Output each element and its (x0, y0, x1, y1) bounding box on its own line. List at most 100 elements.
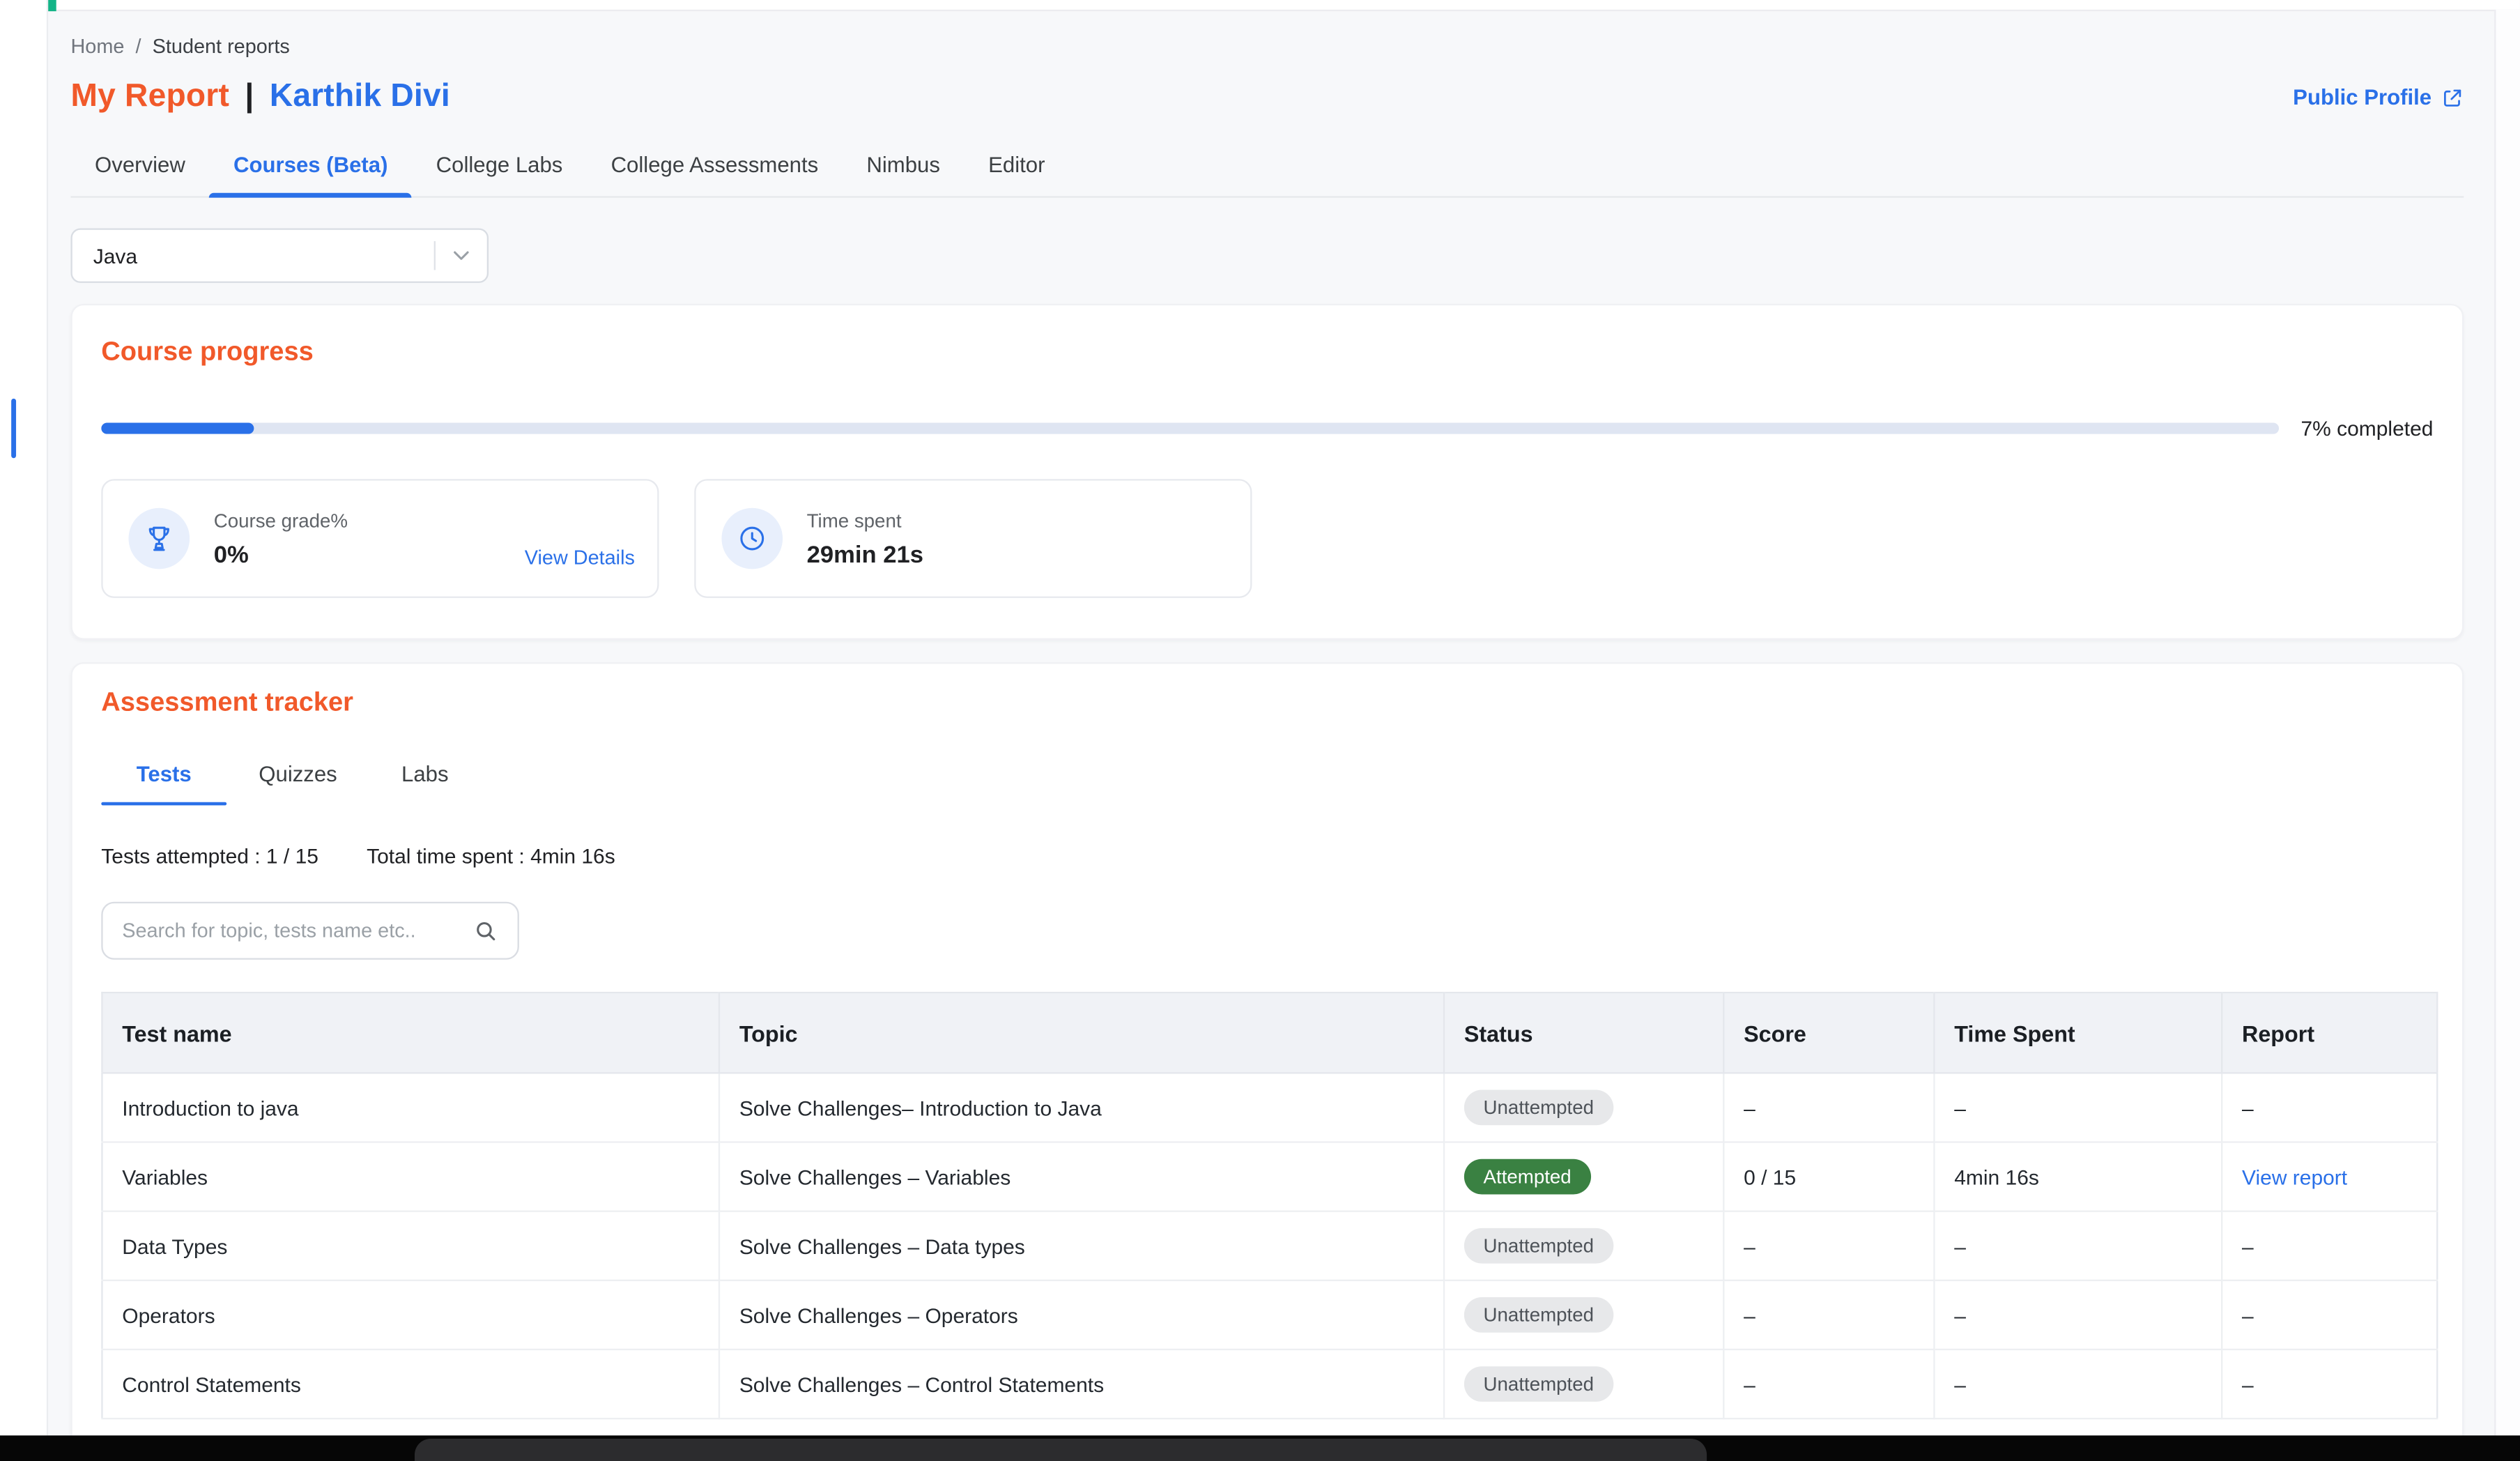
bottom-bar-window-shadow (415, 1439, 1707, 1461)
time-spent-cell: 4min 16s (1934, 1142, 2222, 1211)
stat-cards: Course grade% 0% View Details Time spent… (101, 479, 2433, 598)
score-cell: 0 / 15 (1723, 1142, 1934, 1211)
status-badge: Unattempted (1464, 1297, 1613, 1333)
col-test-name: Test name (102, 993, 719, 1073)
score-cell: – (1723, 1211, 1934, 1280)
score-cell: – (1723, 1280, 1934, 1349)
search-icon[interactable] (472, 918, 498, 944)
course-progress-row: 7% completed (101, 416, 2433, 441)
tab-quizzes[interactable]: Quizzes (226, 762, 369, 805)
score-cell: – (1723, 1349, 1934, 1418)
breadcrumb: Home / Student reports (70, 36, 2464, 58)
select-divider (434, 241, 436, 270)
tab-overview[interactable]: Overview (70, 138, 209, 196)
chevron-down-icon (448, 243, 474, 268)
assessment-tracker-heading: Assessment tracker (101, 688, 2433, 719)
course-grade-card: Course grade% 0% View Details (101, 479, 659, 598)
topic-cell: Solve Challenges – Operators (719, 1280, 1444, 1349)
tab-courses-beta[interactable]: Courses (Beta) (209, 138, 412, 196)
status-cell: Unattempted (1444, 1349, 1723, 1418)
course-select-value: Java (93, 243, 137, 268)
search-input[interactable] (122, 919, 459, 942)
status-cell: Unattempted (1444, 1073, 1723, 1142)
external-link-icon (2441, 86, 2464, 108)
main-tab-bar: Overview Courses (Beta) College Labs Col… (70, 138, 2464, 197)
col-time-spent: Time Spent (1934, 993, 2222, 1073)
logo-fragment (48, 0, 56, 11)
table-row: Introduction to java Solve Challenges– I… (102, 1073, 2437, 1142)
course-progress-card: Course progress 7% completed Course grad… (70, 304, 2464, 640)
public-profile-label: Public Profile (2293, 85, 2431, 109)
course-progress-label: 7% completed (2300, 416, 2433, 441)
col-topic: Topic (719, 993, 1444, 1073)
table-row: Operators Solve Challenges – Operators U… (102, 1280, 2437, 1349)
status-cell: Unattempted (1444, 1211, 1723, 1280)
col-score: Score (1723, 993, 1934, 1073)
page-title: My Report | Karthik Divi (70, 79, 450, 116)
course-progress-bar (101, 423, 2278, 434)
tab-labs[interactable]: Labs (369, 762, 481, 805)
status-badge: Unattempted (1464, 1227, 1613, 1264)
time-spent-cell: – (1934, 1211, 2222, 1280)
report-cell[interactable]: View report (2222, 1142, 2437, 1211)
time-spent-cell: – (1934, 1073, 2222, 1142)
time-spent-cell: – (1934, 1280, 2222, 1349)
scrollbar-track[interactable] (2494, 10, 2520, 1436)
view-report-link[interactable]: View report (2242, 1165, 2347, 1189)
time-spent-label: Time spent (807, 509, 923, 531)
course-grade-text: Course grade% 0% (214, 509, 348, 568)
test-name-cell: Control Statements (102, 1349, 719, 1418)
search-box (101, 902, 519, 960)
table-row: Data Types Solve Challenges – Data types… (102, 1211, 2437, 1280)
course-progress-heading: Course progress (101, 337, 2433, 368)
tracker-stats-line: Tests attempted : 1 / 15 Total time spen… (101, 844, 2433, 869)
breadcrumb-current: Student reports (153, 36, 290, 58)
bottom-bar (0, 1435, 2520, 1461)
score-cell: – (1723, 1073, 1934, 1142)
course-select[interactable]: Java (70, 228, 489, 282)
report-cell: – (2222, 1349, 2437, 1418)
breadcrumb-home[interactable]: Home (70, 36, 124, 58)
topic-cell: Solve Challenges – Variables (719, 1142, 1444, 1211)
tests-table: Test name Topic Status Score Time Spent … (101, 992, 2438, 1419)
page-title-separator: | (238, 79, 261, 114)
topic-cell: Solve Challenges – Control Statements (719, 1349, 1444, 1418)
tab-college-labs[interactable]: College Labs (412, 138, 587, 196)
course-grade-label: Course grade% (214, 509, 348, 531)
time-spent-value: 29min 21s (807, 541, 923, 568)
trophy-icon (128, 508, 190, 569)
topic-cell: Solve Challenges– Introduction to Java (719, 1073, 1444, 1142)
status-badge: Unattempted (1464, 1089, 1613, 1126)
topic-cell: Solve Challenges – Data types (719, 1211, 1444, 1280)
report-cell: – (2222, 1211, 2437, 1280)
tab-tests[interactable]: Tests (101, 762, 226, 805)
status-cell: Attempted (1444, 1142, 1723, 1211)
course-progress-fill (101, 423, 254, 434)
tab-college-assessments[interactable]: College Assessments (587, 138, 843, 196)
test-name-cell: Introduction to java (102, 1073, 719, 1142)
col-report: Report (2222, 993, 2437, 1073)
course-grade-value: 0% (214, 541, 348, 568)
col-status: Status (1444, 993, 1723, 1073)
report-cell: – (2222, 1280, 2437, 1349)
test-name-cell: Variables (102, 1142, 719, 1211)
tab-editor[interactable]: Editor (965, 138, 1070, 196)
public-profile-link[interactable]: Public Profile (2293, 85, 2464, 109)
time-spent-cell: – (1934, 1349, 2222, 1418)
time-spent-text: Time spent 29min 21s (807, 509, 923, 568)
total-time-stat: Total time spent : 4min 16s (367, 844, 615, 869)
page-root: Home / Student reports My Report | Karth… (0, 0, 2520, 1461)
status-badge: Attempted (1464, 1158, 1590, 1195)
status-cell: Unattempted (1444, 1280, 1723, 1349)
view-details-link[interactable]: View Details (525, 546, 635, 569)
status-badge: Unattempted (1464, 1366, 1613, 1402)
table-row: Variables Solve Challenges – Variables A… (102, 1142, 2437, 1211)
page-title-student-name: Karthik Divi (270, 79, 450, 114)
page-title-my-report: My Report (70, 79, 229, 114)
tracker-tab-bar: Tests Quizzes Labs (101, 762, 2433, 805)
tab-nimbus[interactable]: Nimbus (843, 138, 965, 196)
test-name-cell: Operators (102, 1280, 719, 1349)
active-nav-indicator (11, 399, 16, 458)
clock-icon (721, 508, 783, 569)
title-row: My Report | Karthik Divi Public Profile (70, 79, 2464, 116)
